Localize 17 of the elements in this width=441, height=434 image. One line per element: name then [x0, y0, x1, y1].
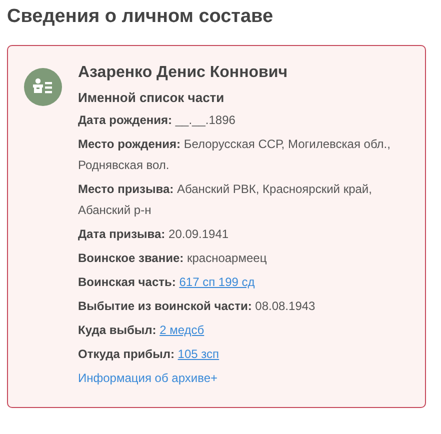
section-heading: Сведения о личном составе	[7, 5, 274, 29]
field-text: Место призыва: Абанский РВК, Красноярский край, Абанский р-н	[78, 181, 373, 219]
field-text: Куда выбыл: 2 медсб	[78, 322, 204, 339]
field-text: Дата рождения: __.__.1896	[78, 112, 236, 129]
person-list-icon	[24, 68, 62, 106]
field-link[interactable]: 105 зсп	[178, 347, 220, 361]
field-text: Место рождения: Белорусская ССР, Могилевская обл., Роднявская вол.	[78, 136, 392, 174]
field-text: Выбытие из воинской части: 08.08.1943	[78, 298, 316, 315]
field-link[interactable]: 617 сп 199 сд	[179, 275, 255, 289]
field-text: Воинская часть: 617 сп 199 сд	[78, 274, 255, 291]
archive-info-link[interactable]: Информация об архиве+	[78, 368, 218, 389]
source-title: Именной список части	[78, 89, 226, 107]
field-text: Откуда прибыл: 105 зсп	[78, 346, 220, 363]
field-text: Дата призыва: 20.09.1941	[78, 226, 229, 243]
field-text: Воинское звание: красноармеец	[78, 250, 267, 267]
person-name: Азаренко Денис Коннович	[78, 63, 288, 83]
field-link[interactable]: 2 медсб	[160, 323, 204, 337]
